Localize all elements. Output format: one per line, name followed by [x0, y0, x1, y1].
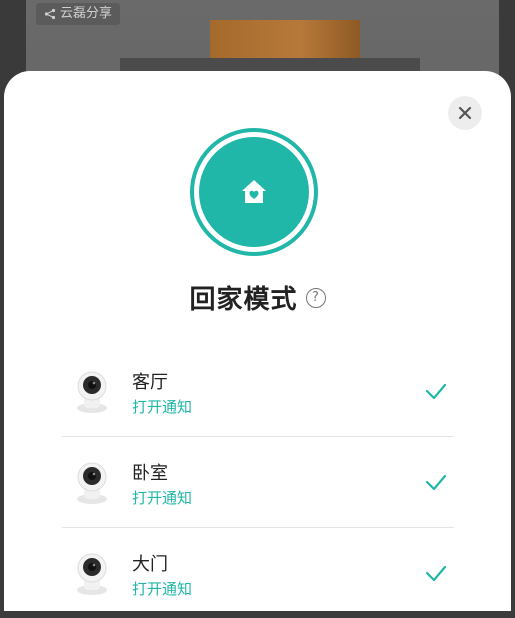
check-icon[interactable] — [424, 379, 448, 403]
question-circle-icon[interactable]: ? — [305, 287, 326, 308]
share-chip[interactable]: 云磊分享 — [36, 3, 121, 25]
mode-icon-ring — [190, 128, 318, 256]
camera-list: 客厅 打开通知 卧室 打开通知 大门 打开通知 — [62, 346, 454, 618]
list-item[interactable]: 卧室 打开通知 — [62, 437, 454, 528]
list-item[interactable]: 大门 打开通知 — [62, 528, 454, 618]
camera-name: 大门 — [132, 554, 168, 575]
close-button[interactable] — [448, 96, 482, 130]
camera-icon — [77, 553, 107, 595]
share-label: 云磊分享 — [60, 6, 113, 21]
share-icon — [44, 8, 56, 20]
page-title: 回家模式 — [189, 285, 298, 315]
title-row: 回家模式 ? — [4, 279, 511, 316]
list-item[interactable]: 客厅 打开通知 — [62, 346, 454, 437]
camera-name: 卧室 — [132, 463, 168, 484]
camera-icon — [77, 371, 107, 413]
mode-icon-disc — [199, 137, 309, 247]
enable-notification-link[interactable]: 打开通知 — [132, 487, 192, 508]
camera-name: 客厅 — [132, 372, 168, 393]
enable-notification-link[interactable]: 打开通知 — [132, 396, 192, 417]
check-icon[interactable] — [424, 470, 448, 494]
home-heart-icon — [242, 180, 266, 203]
enable-notification-link[interactable]: 打开通知 — [132, 578, 192, 599]
mode-sheet: 回家模式 ? 客厅 打开通知 卧室 打开通知 大门 打开通知 — [4, 71, 511, 611]
close-icon — [458, 106, 472, 120]
camera-icon — [77, 462, 107, 504]
check-icon[interactable] — [424, 561, 448, 585]
